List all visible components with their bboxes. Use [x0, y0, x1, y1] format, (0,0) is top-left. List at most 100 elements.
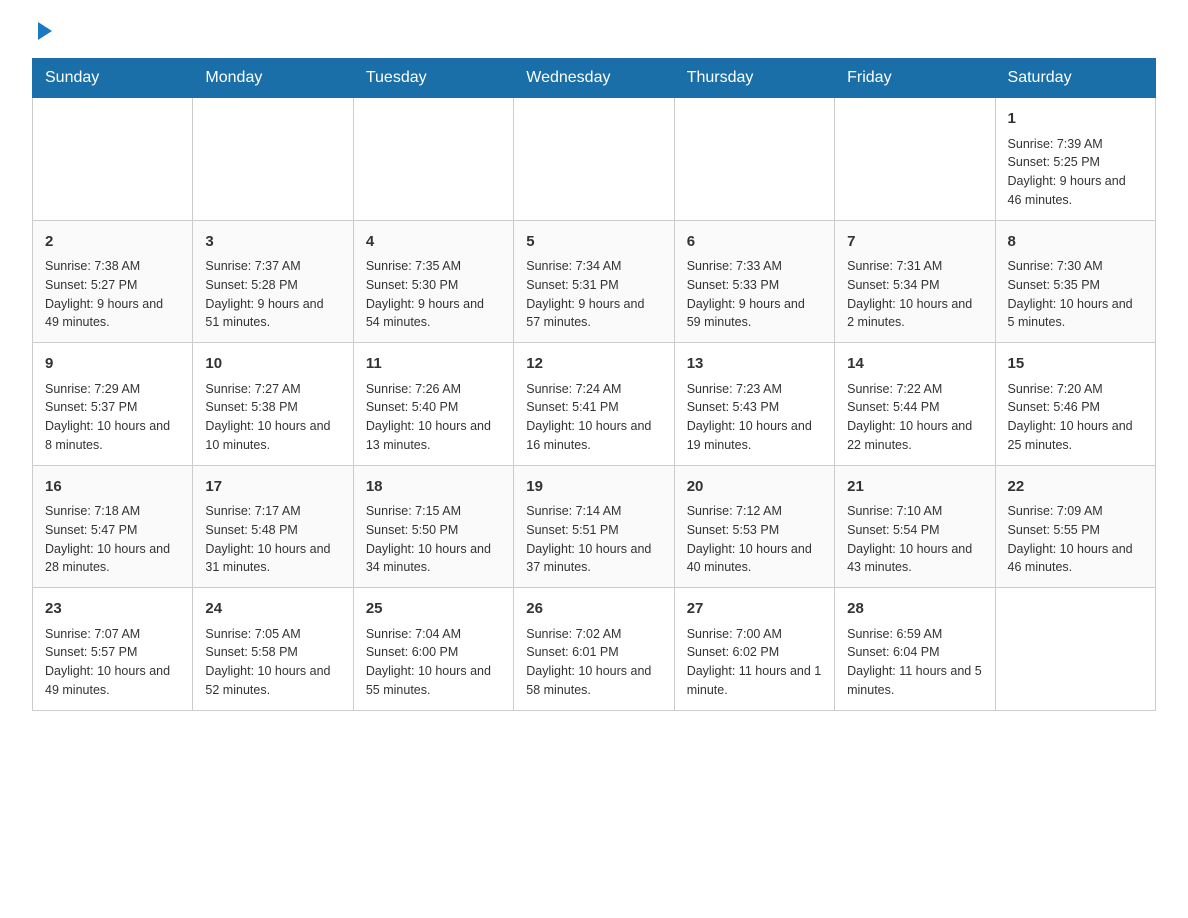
- day-info: Sunrise: 7:35 AM Sunset: 5:30 PM Dayligh…: [366, 257, 501, 332]
- weekday-header-saturday: Saturday: [995, 59, 1155, 98]
- day-number: 2: [45, 231, 180, 254]
- day-cell-27: 27Sunrise: 7:00 AM Sunset: 6:02 PM Dayli…: [674, 588, 834, 711]
- calendar-table: SundayMondayTuesdayWednesdayThursdayFrid…: [32, 58, 1156, 711]
- empty-cell: [353, 98, 513, 221]
- day-info: Sunrise: 7:31 AM Sunset: 5:34 PM Dayligh…: [847, 257, 982, 332]
- empty-cell: [193, 98, 353, 221]
- day-cell-23: 23 Sunrise: 7:07 AM Sunset: 5:57 PM Dayli…: [33, 588, 193, 711]
- logo-arrow-icon: [34, 20, 56, 42]
- day-cell-26: 26 Sunrise: 7:02 AM Sunset: 6:01 PM Dayli…: [514, 588, 674, 711]
- day-number: 12: [526, 353, 661, 376]
- day-number: 24: [205, 598, 340, 621]
- day-number: 18: [366, 476, 501, 499]
- day-info: Sunrise: 7:27 AM Sunset: 5:38 PM Dayligh…: [205, 380, 340, 455]
- week-row-4: 16 Sunrise: 7:18 AM Sunset: 5:47 PM Dayli…: [33, 465, 1156, 588]
- day-info: Sunrise: 7:37 AM Sunset: 5:28 PM Dayligh…: [205, 257, 340, 332]
- empty-cell: [514, 98, 674, 221]
- weekday-header-monday: Monday: [193, 59, 353, 98]
- day-cell-19: 19 Sunrise: 7:14 AM Sunset: 5:51 PM Dayli…: [514, 465, 674, 588]
- day-cell-9: 9 Sunrise: 7:29 AM Sunset: 5:37 PM Daylig…: [33, 343, 193, 466]
- day-cell-11: 11 Sunrise: 7:26 AM Sunset: 5:40 PM Dayli…: [353, 343, 513, 466]
- day-info: Sunrise: 7:38 AM Sunset: 5:27 PM Dayligh…: [45, 257, 180, 332]
- day-info: Sunrise: 7:12 AM Sunset: 5:53 PM Dayligh…: [687, 502, 822, 577]
- day-number: 16: [45, 476, 180, 499]
- day-cell-1: 1 Sunrise: 7:39 AM Sunset: 5:25 PM Daylig…: [995, 98, 1155, 221]
- day-cell-28: 28 Sunrise: 6:59 AM Sunset: 6:04 PM Dayli…: [835, 588, 995, 711]
- day-info: Sunrise: 7:02 AM Sunset: 6:01 PM Dayligh…: [526, 625, 661, 700]
- day-cell-17: 17 Sunrise: 7:17 AM Sunset: 5:48 PM Dayli…: [193, 465, 353, 588]
- day-number: 23: [45, 598, 180, 621]
- empty-cell: [674, 98, 834, 221]
- day-number: 28: [847, 598, 982, 621]
- weekday-header-wednesday: Wednesday: [514, 59, 674, 98]
- empty-cell: [835, 98, 995, 221]
- day-number: 4: [366, 231, 501, 254]
- day-number: 8: [1008, 231, 1143, 254]
- day-cell-2: 2 Sunrise: 7:38 AM Sunset: 5:27 PM Daylig…: [33, 220, 193, 343]
- day-cell-6: 6 Sunrise: 7:33 AM Sunset: 5:33 PM Daylig…: [674, 220, 834, 343]
- day-info: Sunrise: 6:59 AM Sunset: 6:04 PM Dayligh…: [847, 625, 982, 700]
- day-cell-18: 18Sunrise: 7:15 AM Sunset: 5:50 PM Dayli…: [353, 465, 513, 588]
- day-info: Sunrise: 7:30 AM Sunset: 5:35 PM Dayligh…: [1008, 257, 1143, 332]
- day-cell-16: 16 Sunrise: 7:18 AM Sunset: 5:47 PM Dayli…: [33, 465, 193, 588]
- day-cell-8: 8 Sunrise: 7:30 AM Sunset: 5:35 PM Daylig…: [995, 220, 1155, 343]
- weekday-header-sunday: Sunday: [33, 59, 193, 98]
- day-number: 21: [847, 476, 982, 499]
- day-info: Sunrise: 7:23 AM Sunset: 5:43 PM Dayligh…: [687, 380, 822, 455]
- day-info: Sunrise: 7:29 AM Sunset: 5:37 PM Dayligh…: [45, 380, 180, 455]
- day-number: 22: [1008, 476, 1143, 499]
- day-number: 17: [205, 476, 340, 499]
- day-cell-22: 22 Sunrise: 7:09 AM Sunset: 5:55 PM Dayli…: [995, 465, 1155, 588]
- day-cell-15: 15 Sunrise: 7:20 AM Sunset: 5:46 PM Dayli…: [995, 343, 1155, 466]
- day-number: 26: [526, 598, 661, 621]
- day-number: 5: [526, 231, 661, 254]
- day-cell-12: 12 Sunrise: 7:24 AM Sunset: 5:41 PM Dayli…: [514, 343, 674, 466]
- day-number: 7: [847, 231, 982, 254]
- day-cell-10: 10Sunrise: 7:27 AM Sunset: 5:38 PM Dayli…: [193, 343, 353, 466]
- day-cell-4: 4 Sunrise: 7:35 AM Sunset: 5:30 PM Daylig…: [353, 220, 513, 343]
- day-info: Sunrise: 7:09 AM Sunset: 5:55 PM Dayligh…: [1008, 502, 1143, 577]
- day-info: Sunrise: 7:24 AM Sunset: 5:41 PM Dayligh…: [526, 380, 661, 455]
- day-info: Sunrise: 7:14 AM Sunset: 5:51 PM Dayligh…: [526, 502, 661, 577]
- weekday-header-tuesday: Tuesday: [353, 59, 513, 98]
- day-info: Sunrise: 7:39 AM Sunset: 5:25 PM Dayligh…: [1008, 135, 1143, 210]
- day-info: Sunrise: 7:10 AM Sunset: 5:54 PM Dayligh…: [847, 502, 982, 577]
- weekday-header-friday: Friday: [835, 59, 995, 98]
- day-number: 3: [205, 231, 340, 254]
- day-info: Sunrise: 7:34 AM Sunset: 5:31 PM Dayligh…: [526, 257, 661, 332]
- page-header: [32, 24, 1156, 42]
- day-info: Sunrise: 7:05 AM Sunset: 5:58 PM Dayligh…: [205, 625, 340, 700]
- day-cell-3: 3 Sunrise: 7:37 AM Sunset: 5:28 PM Daylig…: [193, 220, 353, 343]
- day-number: 11: [366, 353, 501, 376]
- day-info: Sunrise: 7:07 AM Sunset: 5:57 PM Dayligh…: [45, 625, 180, 700]
- empty-cell: [995, 588, 1155, 711]
- day-info: Sunrise: 7:22 AM Sunset: 5:44 PM Dayligh…: [847, 380, 982, 455]
- day-info: Sunrise: 7:04 AM Sunset: 6:00 PM Dayligh…: [366, 625, 501, 700]
- logo: [32, 24, 56, 42]
- day-cell-14: 14Sunrise: 7:22 AM Sunset: 5:44 PM Dayli…: [835, 343, 995, 466]
- day-info: Sunrise: 7:26 AM Sunset: 5:40 PM Dayligh…: [366, 380, 501, 455]
- day-info: Sunrise: 7:17 AM Sunset: 5:48 PM Dayligh…: [205, 502, 340, 577]
- day-number: 15: [1008, 353, 1143, 376]
- day-cell-21: 21 Sunrise: 7:10 AM Sunset: 5:54 PM Dayli…: [835, 465, 995, 588]
- day-cell-20: 20Sunrise: 7:12 AM Sunset: 5:53 PM Dayli…: [674, 465, 834, 588]
- week-row-1: 1 Sunrise: 7:39 AM Sunset: 5:25 PM Daylig…: [33, 98, 1156, 221]
- day-info: Sunrise: 7:18 AM Sunset: 5:47 PM Dayligh…: [45, 502, 180, 577]
- week-row-2: 2 Sunrise: 7:38 AM Sunset: 5:27 PM Daylig…: [33, 220, 1156, 343]
- day-cell-24: 24 Sunrise: 7:05 AM Sunset: 5:58 PM Dayli…: [193, 588, 353, 711]
- weekday-header-row: SundayMondayTuesdayWednesdayThursdayFrid…: [33, 59, 1156, 98]
- day-number: 9: [45, 353, 180, 376]
- day-cell-7: 7 Sunrise: 7:31 AM Sunset: 5:34 PM Daylig…: [835, 220, 995, 343]
- day-info: Sunrise: 7:00 AM Sunset: 6:02 PM Dayligh…: [687, 625, 822, 700]
- day-number: 19: [526, 476, 661, 499]
- day-number: 6: [687, 231, 822, 254]
- day-info: Sunrise: 7:33 AM Sunset: 5:33 PM Dayligh…: [687, 257, 822, 332]
- empty-cell: [33, 98, 193, 221]
- day-info: Sunrise: 7:20 AM Sunset: 5:46 PM Dayligh…: [1008, 380, 1143, 455]
- weekday-header-thursday: Thursday: [674, 59, 834, 98]
- day-cell-25: 25 Sunrise: 7:04 AM Sunset: 6:00 PM Dayli…: [353, 588, 513, 711]
- day-number: 25: [366, 598, 501, 621]
- day-cell-5: 5 Sunrise: 7:34 AM Sunset: 5:31 PM Daylig…: [514, 220, 674, 343]
- day-number: 1: [1008, 108, 1143, 131]
- day-cell-13: 13Sunrise: 7:23 AM Sunset: 5:43 PM Dayli…: [674, 343, 834, 466]
